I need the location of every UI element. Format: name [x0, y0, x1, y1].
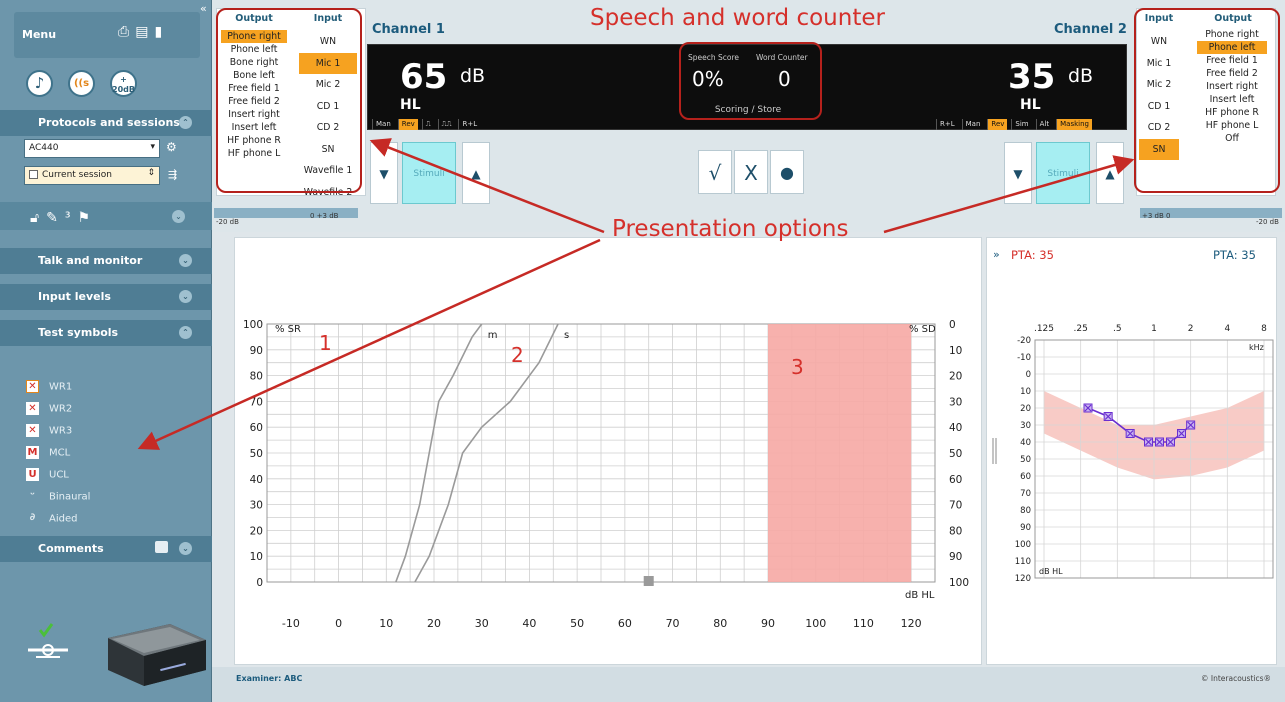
annotation-arrows	[137, 138, 1135, 450]
